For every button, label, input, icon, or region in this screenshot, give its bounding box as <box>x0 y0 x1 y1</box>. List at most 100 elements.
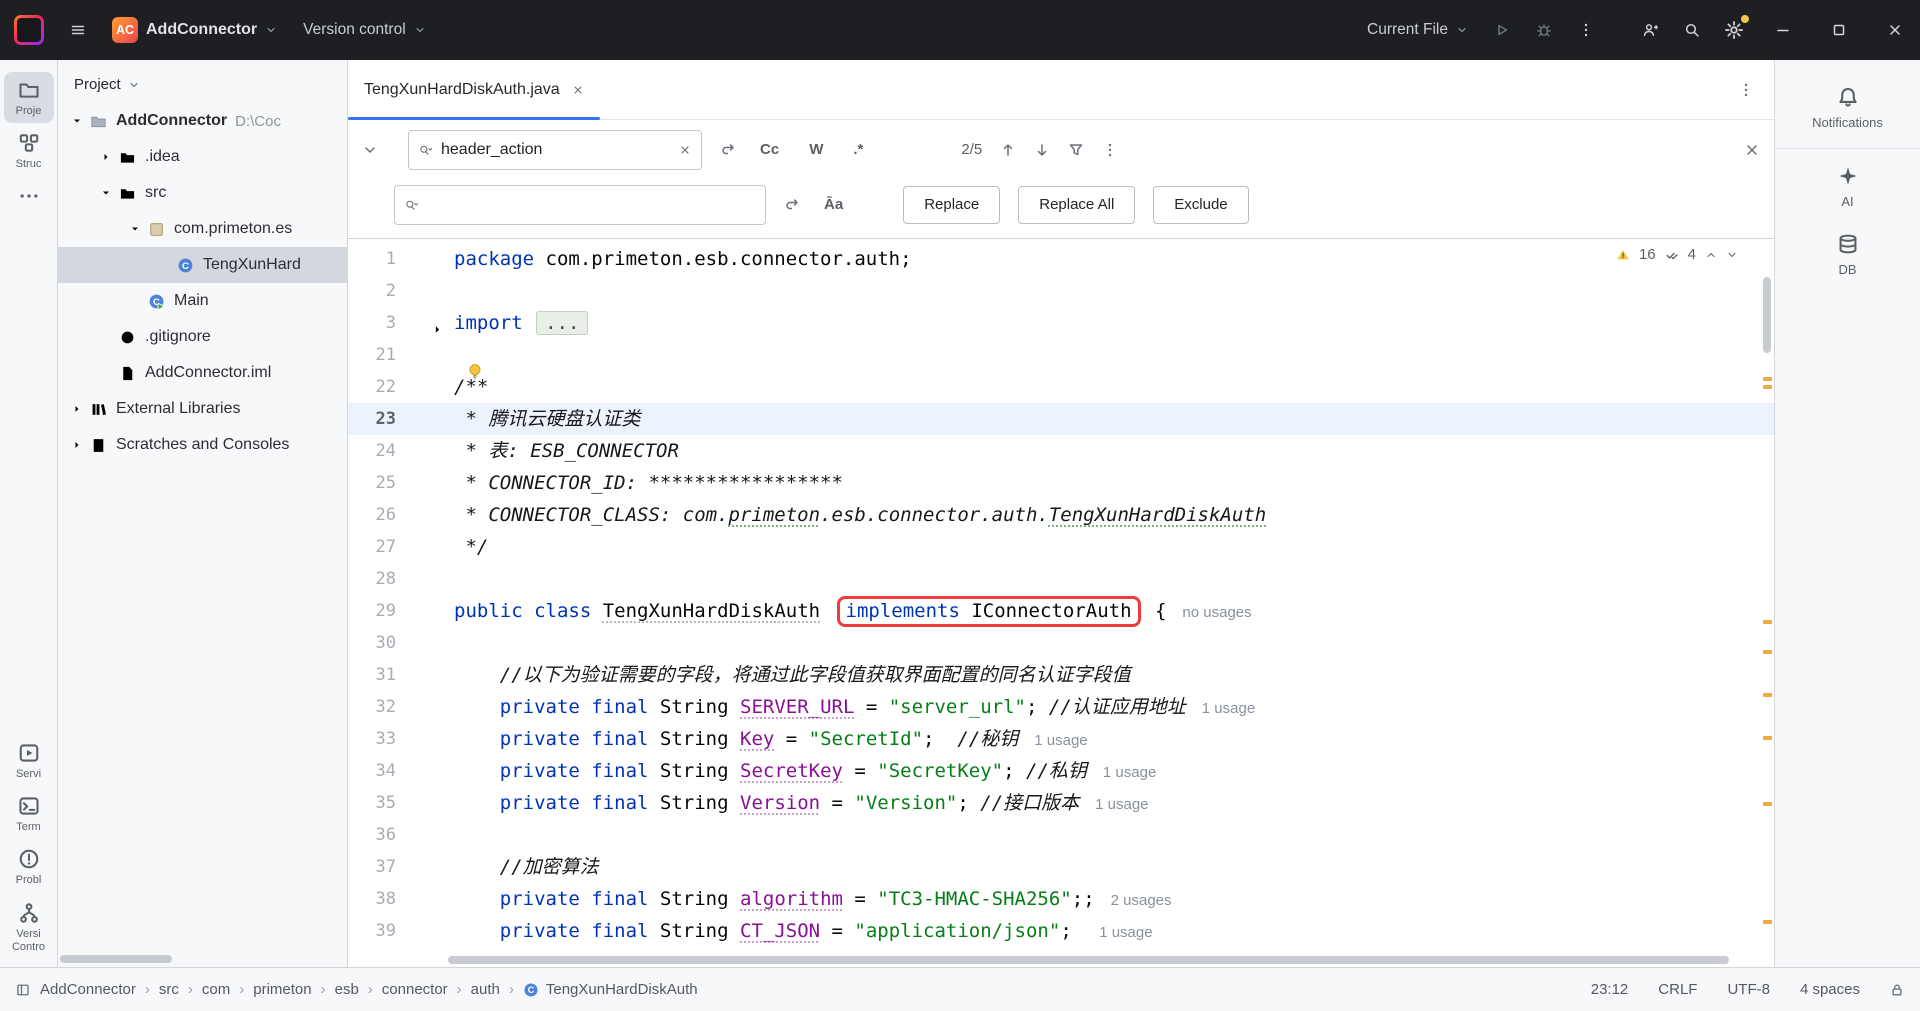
line-separator[interactable]: CRLF <box>1658 981 1697 998</box>
replace-history-icon[interactable] <box>405 198 419 212</box>
breadcrumb-item[interactable]: com <box>202 981 230 998</box>
code-line[interactable]: 31 //以下为验证需要的字段，将通过此字段值获取界面配置的同名认证字段值 <box>348 659 1774 691</box>
chevron-right-icon[interactable] <box>66 403 88 415</box>
next-occurrence-icon[interactable] <box>1034 142 1050 158</box>
code-line[interactable]: 30 <box>348 627 1774 659</box>
breadcrumb-item[interactable]: CTengXunHardDiskAuth <box>523 981 698 998</box>
clear-search-icon[interactable] <box>679 144 691 156</box>
code-line[interactable]: 1package com.primeton.esb.connector.auth… <box>348 243 1774 275</box>
regex-toggle[interactable]: .* <box>847 138 869 161</box>
chevron-down-icon[interactable] <box>95 187 117 199</box>
close-find-icon[interactable] <box>1744 142 1760 158</box>
search-history-icon[interactable] <box>419 143 433 157</box>
tool-window-layout-icon[interactable] <box>16 983 30 997</box>
replace-field[interactable] <box>394 185 766 225</box>
more-actions-button[interactable] <box>1568 12 1604 48</box>
search-options-icon[interactable] <box>1102 142 1118 158</box>
tool-button-ai[interactable]: AI <box>1775 153 1920 221</box>
minimize-button[interactable] <box>1758 0 1808 60</box>
run-button[interactable] <box>1484 12 1520 48</box>
code-line[interactable]: 3import ... <box>348 307 1774 339</box>
newline-icon[interactable] <box>784 197 800 213</box>
run-config-selector[interactable]: Current File <box>1357 15 1478 45</box>
newline-icon[interactable] <box>720 142 736 158</box>
words-toggle[interactable]: W <box>803 138 829 161</box>
replace-all-button[interactable]: Replace All <box>1018 186 1135 224</box>
close-button[interactable] <box>1870 0 1920 60</box>
tab-tengxunharddiskauth-java[interactable]: TengXunHardDiskAuth.java <box>348 60 600 119</box>
code-line[interactable]: 39 private final String CT_JSON = "appli… <box>348 915 1774 947</box>
sidebar-item-services[interactable]: Servi <box>4 735 54 786</box>
chevron-right-icon[interactable] <box>66 439 88 451</box>
breadcrumb-item[interactable]: primeton <box>253 981 311 998</box>
code-line[interactable]: 37 //加密算法 <box>348 851 1774 883</box>
exclude-button[interactable]: Exclude <box>1153 186 1248 224</box>
project-widget[interactable]: AC AddConnector <box>102 11 287 49</box>
code-line[interactable]: 22/** <box>348 371 1774 403</box>
code-line[interactable]: 33 private final String Key = "SecretId"… <box>348 723 1774 755</box>
collapse-replace-icon[interactable] <box>362 142 378 158</box>
code-line[interactable]: 26 * CONNECTOR_CLASS: com.primeton.esb.c… <box>348 499 1774 531</box>
tab-close-icon[interactable] <box>572 84 584 96</box>
main-menu-button[interactable] <box>60 12 96 48</box>
tab-options-icon[interactable] <box>1738 82 1774 98</box>
indent-style[interactable]: 4 spaces <box>1800 981 1860 998</box>
code-line[interactable]: 25 * CONNECTOR_ID: ***************** <box>348 467 1774 499</box>
breadcrumb-item[interactable]: esb <box>335 981 359 998</box>
code-line[interactable]: 28 <box>348 563 1774 595</box>
search-everywhere-button[interactable] <box>1674 12 1710 48</box>
chevron-right-icon[interactable] <box>95 151 117 163</box>
vcs-widget[interactable]: Version control <box>293 15 436 45</box>
code-with-me-button[interactable] <box>1632 12 1668 48</box>
code-editor[interactable]: 1package com.primeton.esb.connector.auth… <box>348 239 1774 967</box>
tree-item-com-primeton-es[interactable]: com.primeton.es <box>58 211 347 247</box>
search-input[interactable] <box>441 141 671 159</box>
code-line[interactable]: 34 private final String SecretKey = "Sec… <box>348 755 1774 787</box>
search-field[interactable] <box>408 130 702 170</box>
breadcrumb-item[interactable]: AddConnector <box>40 981 136 998</box>
sidebar-item-structure[interactable]: Struc <box>4 125 54 176</box>
preserve-case-toggle[interactable]: Āa <box>818 193 849 216</box>
caret-position[interactable]: 23:12 <box>1591 981 1629 998</box>
tree-item-tengxunhard[interactable]: CTengXunHard <box>58 247 347 283</box>
sidebar-item-problems[interactable]: Probl <box>4 841 54 892</box>
tree-item-addconnector-iml[interactable]: AddConnector.iml <box>58 355 347 391</box>
tree-item-scratches-and-consoles[interactable]: Scratches and Consoles <box>58 427 347 463</box>
breadcrumb-item[interactable]: auth <box>471 981 500 998</box>
code-line[interactable]: 23 * 腾讯云硬盘认证类 <box>348 403 1774 435</box>
previous-occurrence-icon[interactable] <box>1000 142 1016 158</box>
inspections-widget[interactable]: 16 4 <box>1610 243 1744 266</box>
sidebar-item-more[interactable] <box>4 178 54 216</box>
chevron-down-icon[interactable] <box>124 223 146 235</box>
debug-button[interactable] <box>1526 12 1562 48</box>
sidebar-item-project[interactable]: Proje <box>4 72 54 123</box>
code-line[interactable]: 29public class TengXunHardDiskAuth imple… <box>348 595 1774 627</box>
prev-problem-icon[interactable] <box>1705 249 1717 261</box>
maximize-button[interactable] <box>1814 0 1864 60</box>
code-line[interactable]: 27 */ <box>348 531 1774 563</box>
horizontal-scrollbar[interactable] <box>60 955 172 963</box>
project-panel-title[interactable]: Project <box>74 76 121 93</box>
tool-button-notifications[interactable]: Notifications <box>1775 74 1920 149</box>
tree-item-src[interactable]: src <box>58 175 347 211</box>
file-encoding[interactable]: UTF-8 <box>1727 981 1770 998</box>
code-line[interactable]: 24 * 表: ESB_CONNECTOR <box>348 435 1774 467</box>
code-line[interactable]: 35 private final String Version = "Versi… <box>348 787 1774 819</box>
vertical-scrollbar[interactable] <box>1763 277 1771 353</box>
sidebar-item-terminal[interactable]: Term <box>4 788 54 839</box>
lock-icon[interactable] <box>1890 983 1904 997</box>
tool-button-db[interactable]: DB <box>1775 221 1920 289</box>
tree-item-main[interactable]: CMain <box>58 283 347 319</box>
code-line[interactable]: 32 private final String SERVER_URL = "se… <box>348 691 1774 723</box>
replace-input[interactable] <box>427 196 755 214</box>
horizontal-scrollbar[interactable] <box>448 956 1729 964</box>
breadcrumb-item[interactable]: src <box>159 981 179 998</box>
code-line[interactable]: 36 <box>348 819 1774 851</box>
tree-item-external-libraries[interactable]: External Libraries <box>58 391 347 427</box>
code-line[interactable]: 38 private final String algorithm = "TC3… <box>348 883 1774 915</box>
settings-button[interactable] <box>1716 12 1752 48</box>
tree-item-addconnector[interactable]: AddConnectorD:\Coc <box>58 103 347 139</box>
next-problem-icon[interactable] <box>1726 249 1738 261</box>
intention-bulb-icon[interactable] <box>466 358 484 390</box>
tree-item-idea[interactable]: .idea <box>58 139 347 175</box>
